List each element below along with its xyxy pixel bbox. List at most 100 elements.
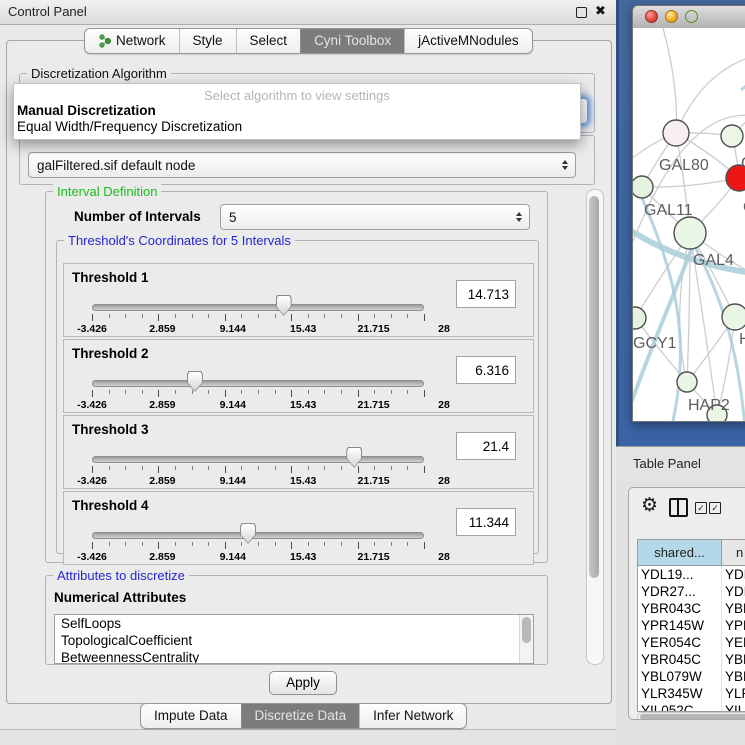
threshold-slider[interactable]: -3.4262.8599.14415.4321.71528 bbox=[92, 520, 424, 564]
slider-track[interactable] bbox=[92, 304, 424, 311]
table-row[interactable]: YDR27...YDR2 bbox=[638, 583, 745, 600]
gear-icon[interactable]: ⚙ bbox=[641, 494, 658, 517]
attribute-list-item[interactable]: TopologicalCoefficient bbox=[55, 632, 533, 649]
table-cell[interactable]: YER054C bbox=[638, 634, 722, 651]
tab-cyni-toolbox[interactable]: Cyni Toolbox bbox=[300, 29, 404, 53]
threshold-slider[interactable]: -3.4262.8599.14415.4321.71528 bbox=[92, 292, 424, 336]
table-horizontal-scrollbar-thumb[interactable] bbox=[640, 714, 745, 720]
tab-discretize-data[interactable]: Discretize Data bbox=[241, 704, 360, 728]
table-cell[interactable]: YIL0 bbox=[722, 702, 745, 712]
checkbox-checked-icon[interactable]: ✓ bbox=[695, 502, 707, 514]
table-row[interactable]: YLR345WYLR3 bbox=[638, 685, 745, 702]
threshold-slider[interactable]: -3.4262.8599.14415.4321.71528 bbox=[92, 368, 424, 412]
network-edge[interactable] bbox=[642, 178, 739, 187]
table-row[interactable]: YDL19...YDL1 bbox=[638, 566, 745, 583]
tick-mark bbox=[92, 314, 93, 321]
table-cell[interactable]: YBL0 bbox=[722, 668, 745, 685]
column-header-shared-name[interactable]: shared... bbox=[638, 540, 722, 565]
network-edge-highlighted[interactable] bbox=[741, 64, 745, 90]
network-edge[interactable] bbox=[676, 54, 745, 133]
tick-label: 15.43 bbox=[290, 399, 316, 411]
network-node[interactable] bbox=[677, 372, 697, 392]
tick-mark bbox=[341, 314, 342, 318]
table-cell[interactable]: YER0 bbox=[722, 634, 745, 651]
panel-scrollbar[interactable] bbox=[586, 189, 604, 665]
table-row[interactable]: YER054CYER0 bbox=[638, 634, 745, 651]
table-cell[interactable]: YBR0 bbox=[722, 600, 745, 617]
network-node[interactable] bbox=[663, 120, 689, 146]
network-node[interactable] bbox=[633, 176, 653, 198]
table-cell[interactable]: YBR045C bbox=[638, 651, 722, 668]
table-row[interactable]: YIL052CYIL0 bbox=[638, 702, 745, 712]
tab-network[interactable]: Network bbox=[85, 29, 179, 53]
network-node[interactable] bbox=[721, 125, 743, 147]
network-edge[interactable] bbox=[663, 28, 676, 133]
table-cell[interactable]: YDR2 bbox=[722, 583, 745, 600]
network-node[interactable] bbox=[722, 304, 745, 330]
tab-jactivemnodules[interactable]: jActiveMNodules bbox=[404, 29, 532, 53]
table-cell[interactable]: YIL052C bbox=[638, 702, 722, 712]
tab-select[interactable]: Select bbox=[236, 29, 301, 53]
tab-impute-data[interactable]: Impute Data bbox=[141, 704, 241, 728]
close-traffic-light-icon[interactable] bbox=[645, 10, 658, 23]
network-window-titlebar[interactable] bbox=[633, 6, 745, 29]
network-node[interactable] bbox=[674, 217, 706, 249]
attribute-list-item[interactable]: SelfLoops bbox=[55, 615, 533, 632]
tab-label: Discretize Data bbox=[255, 704, 347, 728]
tick-label: 2.859 bbox=[149, 323, 175, 335]
numerical-attributes-list[interactable]: SelfLoopsTopologicalCoefficientBetweenne… bbox=[54, 614, 534, 664]
slider-handle[interactable] bbox=[187, 371, 203, 392]
slider-handle[interactable] bbox=[240, 523, 256, 544]
slider-handle[interactable] bbox=[276, 295, 292, 316]
table-row[interactable]: YBR043CYBR0 bbox=[638, 600, 745, 617]
table-cell[interactable]: YLR3 bbox=[722, 685, 745, 702]
table-cell[interactable]: YDR27... bbox=[638, 583, 722, 600]
checkbox-checked-icon[interactable]: ✓ bbox=[709, 502, 721, 514]
num-intervals-combo[interactable]: 5 bbox=[220, 204, 530, 230]
split-columns-icon[interactable] bbox=[669, 498, 688, 517]
tab-infer-network[interactable]: Infer Network bbox=[359, 704, 466, 728]
threshold-slider[interactable]: -3.4262.8599.14415.4321.71528 bbox=[92, 444, 424, 488]
network-edge-highlighted[interactable] bbox=[633, 246, 693, 420]
float-window-icon[interactable] bbox=[576, 7, 587, 18]
network-node[interactable] bbox=[633, 307, 646, 329]
apply-button[interactable]: Apply bbox=[269, 671, 337, 695]
table-cell[interactable]: YBR043C bbox=[638, 600, 722, 617]
table-cell[interactable]: YPR145W bbox=[638, 617, 722, 634]
table-cell[interactable]: YDL1 bbox=[722, 566, 745, 583]
table-row[interactable]: YBR045CYBR0 bbox=[638, 651, 745, 668]
slider-handle[interactable] bbox=[346, 447, 362, 468]
tab-style[interactable]: Style bbox=[179, 29, 236, 53]
network-graph[interactable]: GAL80GCGAL11GAL4GCY1HHAP2 bbox=[633, 28, 745, 421]
table-cell[interactable]: YLR345W bbox=[638, 685, 722, 702]
close-icon[interactable]: ✖ bbox=[595, 3, 606, 19]
table-row[interactable]: YPR145WYPR1 bbox=[638, 617, 745, 634]
column-header-name[interactable]: n bbox=[722, 540, 745, 565]
zoom-traffic-light-icon[interactable] bbox=[685, 10, 698, 23]
network-canvas[interactable]: GAL80GCGAL11GAL4GCY1HHAP2 bbox=[633, 28, 745, 421]
list-scrollbar-thumb[interactable] bbox=[522, 617, 531, 643]
slider-track[interactable] bbox=[92, 380, 424, 387]
attribute-list-item[interactable]: BetweennessCentrality bbox=[55, 649, 533, 664]
table-row[interactable]: YBL079WYBL0 bbox=[638, 668, 745, 685]
dropdown-option-equal-width[interactable]: Equal Width/Frequency Discretization bbox=[14, 119, 580, 135]
table-data-combo[interactable]: galFiltered.sif default node bbox=[28, 152, 576, 178]
table-cell[interactable]: YPR1 bbox=[722, 617, 745, 634]
threshold-value-field[interactable]: 14.713 bbox=[456, 280, 516, 308]
threshold-value-field[interactable]: 21.4 bbox=[456, 432, 516, 460]
table-horizontal-scrollbar[interactable] bbox=[637, 712, 745, 720]
tick-mark bbox=[92, 466, 93, 473]
dropdown-option-manual[interactable]: Manual Discretization bbox=[14, 103, 580, 119]
table-cell[interactable]: YBL079W bbox=[638, 668, 722, 685]
threshold-value-field[interactable]: 11.344 bbox=[456, 508, 516, 536]
table-cell[interactable]: YBR0 bbox=[722, 651, 745, 668]
tick-label: 21.715 bbox=[358, 399, 390, 411]
tick-label: 15.43 bbox=[290, 475, 316, 487]
table-cell[interactable]: YDL19... bbox=[638, 566, 722, 583]
threshold-value-field[interactable]: 6.316 bbox=[456, 356, 516, 384]
slider-track[interactable] bbox=[92, 532, 424, 539]
list-scrollbar[interactable] bbox=[519, 615, 533, 663]
panel-scrollbar-thumb[interactable] bbox=[589, 196, 599, 578]
minimize-traffic-light-icon[interactable] bbox=[665, 10, 678, 23]
slider-track[interactable] bbox=[92, 456, 424, 463]
